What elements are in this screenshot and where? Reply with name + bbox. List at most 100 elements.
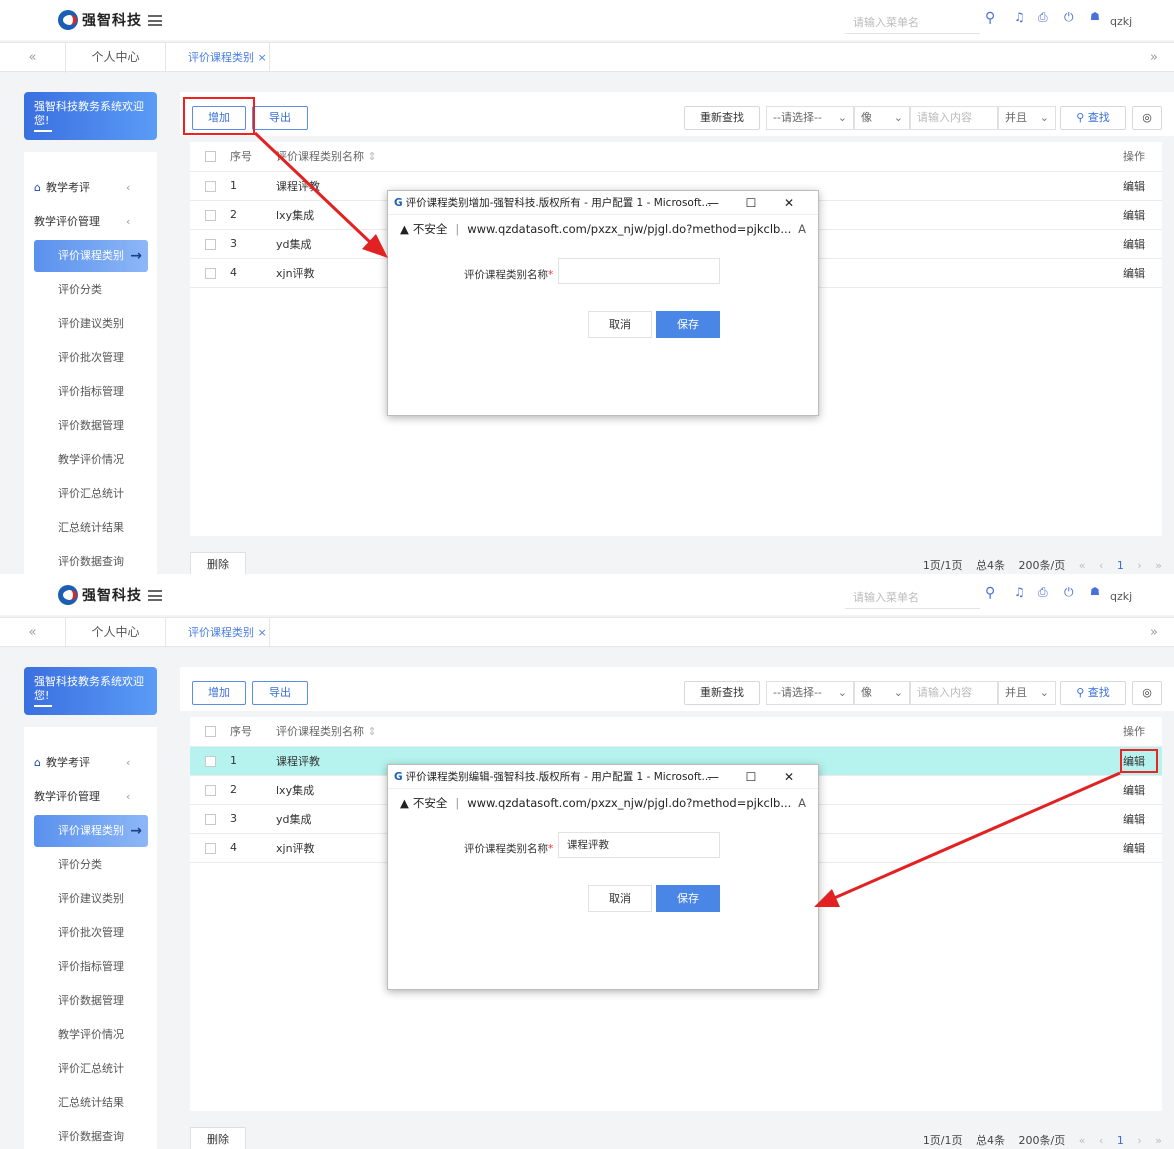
search-icon[interactable]: ⚲ bbox=[985, 10, 995, 26]
page-size-select[interactable]: 200条/页 bbox=[1019, 559, 1066, 572]
content-input[interactable]: 请输入内容 bbox=[910, 681, 998, 705]
sidebar-item-summary-results[interactable]: 汇总统计结果 bbox=[24, 512, 157, 544]
reset-search-button[interactable]: 重新查找 bbox=[684, 681, 760, 705]
sidebar-item-eval-status[interactable]: 教学评价情况 bbox=[24, 444, 157, 476]
tab-active[interactable]: 评价课程类别 × bbox=[166, 618, 270, 648]
settings-icon[interactable]: ◎ bbox=[1132, 681, 1162, 705]
search-icon[interactable]: ⚲ bbox=[985, 585, 995, 601]
menu-search-input[interactable]: 请输入菜单名 bbox=[845, 12, 980, 34]
reset-search-button[interactable]: 重新查找 bbox=[684, 106, 760, 130]
cancel-button[interactable]: 取消 bbox=[588, 311, 652, 338]
next-page-button[interactable]: › bbox=[1137, 1134, 1141, 1147]
first-page-button[interactable]: « bbox=[1079, 1134, 1086, 1147]
read-aloud-icon[interactable]: A bbox=[798, 790, 806, 816]
sidebar-item-summary-stats[interactable]: 评价汇总统计 bbox=[24, 1053, 157, 1085]
sidebar-item-teaching-eval[interactable]: ⌂ 教学考评 ‹ bbox=[24, 747, 157, 779]
delete-button[interactable]: 删除 bbox=[190, 1127, 246, 1149]
sidebar-item-summary-stats[interactable]: 评价汇总统计 bbox=[24, 478, 157, 510]
close-button[interactable]: ✕ bbox=[770, 765, 808, 789]
sidebar-item-data-query[interactable]: 评价数据查询 bbox=[24, 1121, 157, 1149]
sort-icon[interactable]: ⇕ bbox=[368, 725, 377, 738]
edit-link[interactable]: 编辑 bbox=[1106, 200, 1162, 230]
maximize-button[interactable]: ☐ bbox=[732, 191, 770, 215]
sidebar-item-course-category[interactable]: 评价课程类别 → bbox=[34, 240, 148, 272]
operator-select[interactable]: 像 ⌄ bbox=[854, 681, 910, 705]
cancel-button[interactable]: 取消 bbox=[588, 885, 652, 912]
logic-select[interactable]: 并且 ⌄ bbox=[998, 106, 1056, 130]
tab-active[interactable]: 评价课程类别 × bbox=[166, 43, 270, 73]
sidebar-item-batch[interactable]: 评价批次管理 bbox=[24, 917, 157, 949]
bell-icon[interactable]: ♫ bbox=[1014, 585, 1025, 599]
category-name-input[interactable]: 课程评教 bbox=[558, 832, 720, 858]
sidebar-item-summary-results[interactable]: 汇总统计结果 bbox=[24, 1087, 157, 1119]
power-icon[interactable]: ⏻ bbox=[1064, 585, 1074, 600]
power-icon[interactable]: ⏻ bbox=[1064, 10, 1074, 25]
tab-scroll-left[interactable]: « bbox=[0, 43, 66, 73]
sidebar-item-indicator[interactable]: 评价指标管理 bbox=[24, 951, 157, 983]
row-checkbox[interactable] bbox=[204, 209, 216, 221]
row-checkbox[interactable] bbox=[204, 267, 216, 279]
sidebar-item-data-management[interactable]: 评价数据管理 bbox=[24, 410, 157, 442]
export-button[interactable]: 导出 bbox=[252, 681, 308, 705]
save-button[interactable]: 保存 bbox=[656, 885, 720, 912]
sidebar-item-eval-management[interactable]: 教学评价管理 ‹ bbox=[24, 781, 157, 813]
prev-page-button[interactable]: ‹ bbox=[1099, 559, 1103, 572]
save-button[interactable]: 保存 bbox=[656, 311, 720, 338]
username[interactable]: qzkj bbox=[1110, 15, 1132, 28]
row-checkbox[interactable] bbox=[204, 813, 216, 825]
operator-select[interactable]: 像 ⌄ bbox=[854, 106, 910, 130]
read-aloud-icon[interactable]: A bbox=[798, 216, 806, 242]
sidebar-item-course-category[interactable]: 评价课程类别 → bbox=[34, 815, 148, 847]
sidebar-item-data-management[interactable]: 评价数据管理 bbox=[24, 985, 157, 1017]
current-page[interactable]: 1 bbox=[1117, 559, 1124, 572]
row-checkbox[interactable] bbox=[204, 755, 216, 767]
menu-search-input[interactable]: 请输入菜单名 bbox=[845, 587, 980, 609]
content-input[interactable]: 请输入内容 bbox=[910, 106, 998, 130]
maximize-button[interactable]: ☐ bbox=[732, 765, 770, 789]
category-name-input[interactable] bbox=[558, 258, 720, 284]
lock-icon[interactable]: ⎙ bbox=[1038, 585, 1048, 600]
next-page-button[interactable]: › bbox=[1137, 559, 1141, 572]
column-name[interactable]: 评价课程类别名称 ⇕ bbox=[276, 717, 1106, 747]
tab-home[interactable]: 个人中心 bbox=[66, 618, 166, 648]
sidebar-item-batch[interactable]: 评价批次管理 bbox=[24, 342, 157, 374]
field-select[interactable]: --请选择-- ⌄ bbox=[766, 106, 854, 130]
menu-toggle-icon[interactable] bbox=[148, 590, 162, 601]
row-checkbox[interactable] bbox=[204, 238, 216, 250]
bell-icon[interactable]: ♫ bbox=[1014, 10, 1025, 24]
delete-button[interactable]: 删除 bbox=[190, 552, 246, 574]
select-all-checkbox[interactable] bbox=[204, 726, 216, 738]
tab-scroll-left[interactable]: « bbox=[0, 618, 66, 648]
last-page-button[interactable]: » bbox=[1155, 1134, 1162, 1147]
last-page-button[interactable]: » bbox=[1155, 559, 1162, 572]
lock-icon[interactable]: ⎙ bbox=[1038, 10, 1048, 25]
close-button[interactable]: ✕ bbox=[770, 191, 808, 215]
minimize-button[interactable]: — bbox=[694, 765, 732, 789]
user-icon[interactable]: ☗ bbox=[1090, 585, 1100, 598]
tab-scroll-right[interactable]: » bbox=[1134, 43, 1174, 73]
sidebar-item-eval-class[interactable]: 评价分类 bbox=[24, 274, 157, 306]
edit-link[interactable]: 编辑 bbox=[1106, 775, 1162, 805]
search-button[interactable]: ⚲ 查找 bbox=[1060, 106, 1126, 130]
row-checkbox[interactable] bbox=[204, 180, 216, 192]
minimize-button[interactable]: — bbox=[694, 191, 732, 215]
sort-icon[interactable]: ⇕ bbox=[368, 150, 377, 163]
edit-link[interactable]: 编辑 bbox=[1106, 804, 1162, 834]
column-name[interactable]: 评价课程类别名称 ⇕ bbox=[276, 142, 1106, 172]
page-size-select[interactable]: 200条/页 bbox=[1019, 1134, 1066, 1147]
export-button[interactable]: 导出 bbox=[252, 106, 308, 130]
edit-link[interactable]: 编辑 bbox=[1106, 833, 1162, 863]
tab-scroll-right[interactable]: » bbox=[1134, 618, 1174, 648]
search-button[interactable]: ⚲ 查找 bbox=[1060, 681, 1126, 705]
sidebar-item-teaching-eval[interactable]: ⌂ 教学考评 ‹ bbox=[24, 172, 157, 204]
field-select[interactable]: --请选择-- ⌄ bbox=[766, 681, 854, 705]
select-all-checkbox[interactable] bbox=[204, 151, 216, 163]
sidebar-item-eval-class[interactable]: 评价分类 bbox=[24, 849, 157, 881]
address-bar[interactable]: ▲ 不安全 | www.qzdatasoft.com/pxzx_njw/pjgl.do… bbox=[388, 790, 818, 816]
user-icon[interactable]: ☗ bbox=[1090, 10, 1100, 23]
prev-page-button[interactable]: ‹ bbox=[1099, 1134, 1103, 1147]
settings-icon[interactable]: ◎ bbox=[1132, 106, 1162, 130]
sidebar-item-suggest-category[interactable]: 评价建议类别 bbox=[24, 883, 157, 915]
sidebar-item-eval-management[interactable]: 教学评价管理 ‹ bbox=[24, 206, 157, 238]
sidebar-item-data-query[interactable]: 评价数据查询 bbox=[24, 546, 157, 574]
